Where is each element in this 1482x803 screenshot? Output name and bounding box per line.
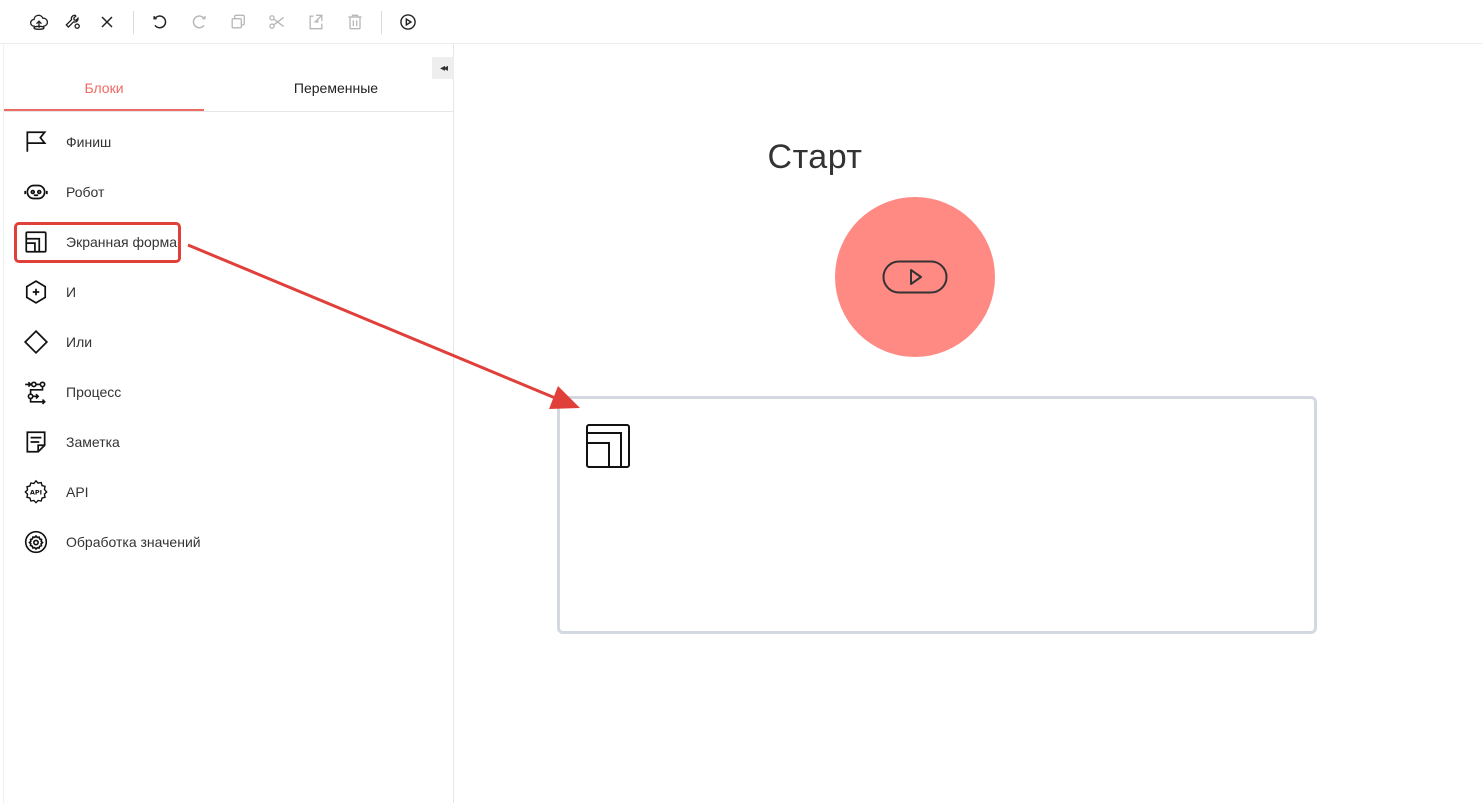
and-hexagon-icon [22, 278, 50, 306]
block-label: Робот [66, 184, 105, 200]
paste-icon[interactable] [304, 10, 328, 34]
cloud-upload-icon[interactable] [27, 10, 51, 34]
redo-icon[interactable] [187, 10, 211, 34]
wrench-settings-icon[interactable] [61, 10, 85, 34]
block-item-process[interactable]: Процесс [4, 372, 454, 412]
delete-icon[interactable] [343, 10, 367, 34]
toolbar [0, 0, 1482, 44]
block-item-finish[interactable]: Финиш [4, 122, 454, 162]
block-label: Или [66, 334, 93, 350]
start-node-title: Старт [767, 138, 863, 176]
tab-blocks[interactable]: Блоки [4, 66, 204, 111]
copy-icon[interactable] [226, 10, 250, 34]
highlight-annotation [14, 222, 181, 263]
tab-variables[interactable]: Переменные [236, 66, 436, 110]
cut-icon[interactable] [265, 10, 289, 34]
note-icon [22, 428, 50, 456]
or-diamond-icon [22, 328, 50, 356]
robot-icon [22, 178, 50, 206]
svg-text:API: API [30, 489, 42, 497]
sidebar-tabs: Блоки Переменные [4, 66, 454, 112]
block-item-api[interactable]: API API [4, 472, 454, 512]
start-node[interactable] [835, 197, 995, 357]
toolbar-separator [133, 11, 134, 34]
block-label: Заметка [66, 434, 120, 450]
block-item-robot[interactable]: Робот [4, 172, 454, 212]
block-item-value-processing[interactable]: Обработка значений [4, 522, 454, 562]
toolbar-separator [381, 11, 382, 34]
blocks-sidebar: ◂◂ Блоки Переменные Финиш Робот Экранная… [3, 44, 454, 803]
block-item-and[interactable]: И [4, 272, 454, 312]
close-icon[interactable] [95, 10, 119, 34]
api-gear-icon: API [22, 478, 50, 506]
block-label: Финиш [66, 134, 112, 150]
block-item-note[interactable]: Заметка [4, 422, 454, 462]
play-pill-icon [882, 260, 948, 294]
block-label: Процесс [66, 384, 122, 400]
flag-icon [22, 128, 50, 156]
screen-form-node[interactable] [557, 396, 1317, 634]
play-icon[interactable] [396, 10, 420, 34]
block-item-or[interactable]: Или [4, 322, 454, 362]
value-processing-icon [22, 528, 50, 556]
screen-form-icon [586, 424, 630, 468]
block-label: Обработка значений [66, 534, 201, 550]
undo-icon[interactable] [148, 10, 172, 34]
block-label: API [66, 484, 89, 500]
process-icon [22, 378, 50, 406]
block-label: И [66, 284, 77, 300]
